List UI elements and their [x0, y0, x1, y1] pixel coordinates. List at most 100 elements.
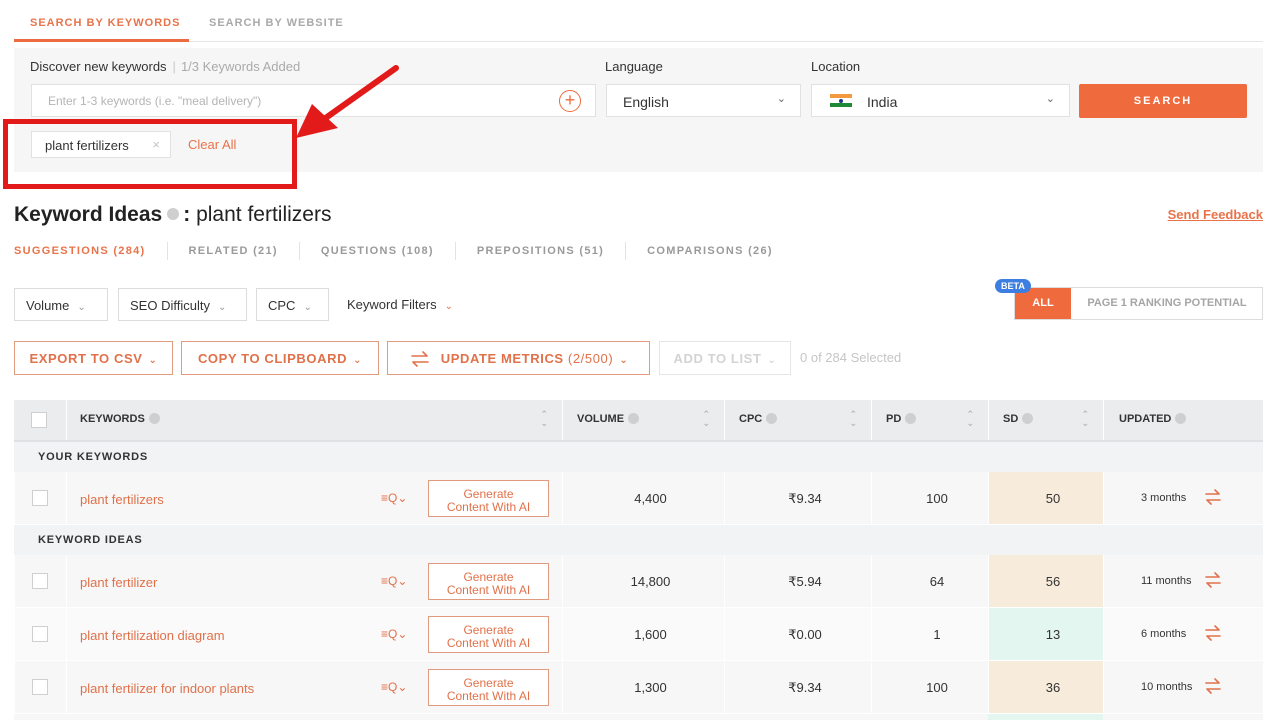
chevron-down-icon: ⌄	[353, 355, 363, 366]
tab-suggestions[interactable]: SUGGESTIONS (284)	[14, 242, 167, 260]
tab-search-by-website[interactable]: SEARCH BY WEBSITE	[209, 17, 344, 29]
row-checkbox[interactable]	[32, 679, 48, 695]
language-select[interactable]: English ⌄	[606, 84, 801, 117]
cpc-filter-dropdown[interactable]: CPC ⌄	[256, 288, 329, 321]
sd-cell: 13	[988, 608, 1103, 660]
table-row: plant fertilization diagram ≡Q⌄ Generate…	[14, 608, 1263, 661]
keyword-ideas-term: plant fertilizers	[196, 203, 332, 226]
help-icon[interactable]	[1175, 412, 1187, 424]
filter-label: SEO Difficulty	[130, 298, 210, 313]
row-checkbox[interactable]	[32, 490, 48, 506]
select-all-checkbox[interactable]	[31, 412, 47, 428]
chevron-down-icon: ⌄	[303, 302, 312, 313]
tab-questions[interactable]: QUESTIONS (108)	[298, 242, 455, 260]
copy-clipboard-button[interactable]: COPY TO CLIPBOARD ⌄	[181, 341, 379, 375]
updated-text: 10 months	[1141, 681, 1193, 693]
table-row: plant fertilizers ≡Q⌄ Generate Content Wi…	[14, 472, 1263, 525]
keyword-ideas-tabs: SUGGESTIONS (284) RELATED (21) QUESTIONS…	[14, 242, 794, 260]
keyword-link[interactable]: plant fertilizer for indoor plants	[80, 681, 254, 696]
serp-analysis-icon[interactable]: ≡Q⌄	[381, 680, 407, 694]
add-keyword-plus-icon[interactable]: +	[559, 90, 581, 112]
row-checkbox[interactable]	[32, 626, 48, 642]
row-checkbox[interactable]	[32, 573, 48, 589]
chevron-down-icon: ⌄	[1045, 93, 1055, 105]
keywords-table: KEYWORDS ⌃ ⌄ VOLUME ⌃ ⌄ CPC ⌃ ⌄ PD ⌃ ⌄ SD ⌃ ⌄ UPDA…	[14, 400, 1263, 720]
header-pd[interactable]: PD ⌃ ⌄	[871, 400, 988, 440]
label-divider: |	[172, 59, 176, 74]
search-button[interactable]: SEARCH	[1079, 84, 1247, 118]
refresh-swap-icon[interactable]	[1203, 489, 1223, 505]
row-checkbox-cell	[14, 608, 66, 660]
seo-difficulty-filter-dropdown[interactable]: SEO Difficulty ⌄	[118, 288, 247, 321]
help-icon[interactable]	[1022, 412, 1034, 424]
serp-analysis-icon[interactable]: ≡Q⌄	[381, 627, 407, 641]
chevron-down-icon: ⌄	[77, 302, 86, 313]
language-label: Language	[605, 59, 663, 74]
keyword-filters-dropdown[interactable]: Keyword Filters ⌄	[336, 288, 476, 321]
highlight-annotation-box	[3, 119, 297, 189]
segment-page1-ranking-button[interactable]: PAGE 1 RANKING POTENTIAL	[1071, 288, 1263, 319]
selected-count: 0 of 284 Selected	[800, 350, 902, 365]
keyword-link[interactable]: plant fertilization diagram	[80, 628, 225, 643]
language-value: English	[623, 94, 669, 110]
help-icon[interactable]	[628, 412, 640, 424]
generate-content-ai-button[interactable]: Generate Content With AI	[428, 480, 549, 517]
sd-cell: 50	[988, 472, 1103, 524]
keywords-added-status: 1/3 Keywords Added	[180, 59, 301, 74]
chevron-down-icon: ⌄	[217, 302, 227, 313]
keyword-link[interactable]: plant fertilizers	[80, 492, 164, 507]
cpc-cell: ₹0.00	[724, 608, 871, 660]
keyword-ideas-heading: Keyword Ideas: plant fertilizers	[14, 203, 331, 227]
cpc-cell: ₹9.34	[724, 472, 871, 524]
generate-content-ai-button[interactable]: Generate Content With AI	[428, 563, 549, 600]
generate-label: Content With AI	[446, 499, 531, 514]
sort-icon[interactable]: ⌃ ⌄	[540, 410, 548, 428]
header-keywords[interactable]: KEYWORDS ⌃ ⌄	[66, 400, 562, 440]
refresh-swap-icon[interactable]	[1203, 572, 1223, 588]
refresh-swap-icon[interactable]	[1203, 678, 1223, 694]
help-icon[interactable]	[167, 208, 180, 221]
send-feedback-link[interactable]: Send Feedback	[1168, 207, 1263, 222]
volume-cell: 1,600	[562, 608, 724, 660]
pd-cell: 100	[871, 472, 988, 524]
generate-label: Content With AI	[446, 635, 531, 650]
header-volume[interactable]: VOLUME ⌃ ⌄	[562, 400, 724, 440]
header-sd[interactable]: SD ⌃ ⌄	[988, 400, 1103, 440]
add-to-list-button[interactable]: ADD TO LIST ⌄	[659, 341, 791, 375]
keyword-link[interactable]: plant fertilizer	[80, 575, 157, 590]
volume-cell: 1,300	[562, 661, 724, 713]
tab-prepositions[interactable]: PREPOSITIONS (51)	[454, 242, 625, 260]
table-header: KEYWORDS ⌃ ⌄ VOLUME ⌃ ⌄ CPC ⌃ ⌄ PD ⌃ ⌄ SD ⌃ ⌄ UPDA…	[14, 400, 1263, 442]
generate-content-ai-button[interactable]: Generate Content With AI	[428, 669, 549, 706]
chevron-down-icon: ⌄	[148, 355, 158, 366]
sort-icon[interactable]: ⌃ ⌄	[1081, 410, 1089, 428]
updated-cell: 11 months	[1103, 555, 1263, 607]
row-checkbox-cell	[14, 555, 66, 607]
cpc-cell: ₹9.34	[724, 661, 871, 713]
help-icon[interactable]	[766, 412, 778, 424]
tab-search-by-keywords[interactable]: SEARCH BY KEYWORDS	[30, 17, 180, 29]
serp-analysis-icon[interactable]: ≡Q⌄	[381, 491, 407, 505]
generate-content-ai-button[interactable]: Generate Content With AI	[428, 616, 549, 653]
updated-cell: 6 months	[1103, 608, 1263, 660]
update-metrics-label: UPDATE METRICS	[440, 351, 564, 366]
sort-icon[interactable]: ⌃ ⌄	[966, 410, 974, 428]
updated-cell: 10 months	[1103, 661, 1263, 713]
update-metrics-button[interactable]: UPDATE METRICS (2/500) ⌄	[387, 341, 650, 375]
sort-icon[interactable]: ⌃ ⌄	[849, 410, 857, 428]
keyword-cell: plant fertilizers ≡Q⌄ Generate Content Wi…	[66, 472, 562, 524]
cpc-cell: ₹5.94	[724, 555, 871, 607]
header-cpc[interactable]: CPC ⌃ ⌄	[724, 400, 871, 440]
location-select[interactable]: India ⌄	[811, 84, 1070, 117]
export-csv-button[interactable]: EXPORT TO CSV ⌄	[14, 341, 173, 375]
refresh-swap-icon[interactable]	[1203, 625, 1223, 641]
tab-comparisons[interactable]: COMPARISONS (26)	[625, 242, 794, 260]
volume-filter-dropdown[interactable]: Volume ⌄	[14, 288, 108, 321]
refresh-swap-icon	[410, 350, 429, 367]
serp-analysis-icon[interactable]: ≡Q⌄	[381, 574, 407, 588]
sort-icon[interactable]: ⌃ ⌄	[702, 410, 710, 428]
help-icon[interactable]	[905, 412, 917, 424]
tab-related[interactable]: RELATED (21)	[166, 242, 299, 260]
help-icon[interactable]	[148, 412, 160, 424]
update-metrics-count: (2/500)	[567, 351, 614, 366]
